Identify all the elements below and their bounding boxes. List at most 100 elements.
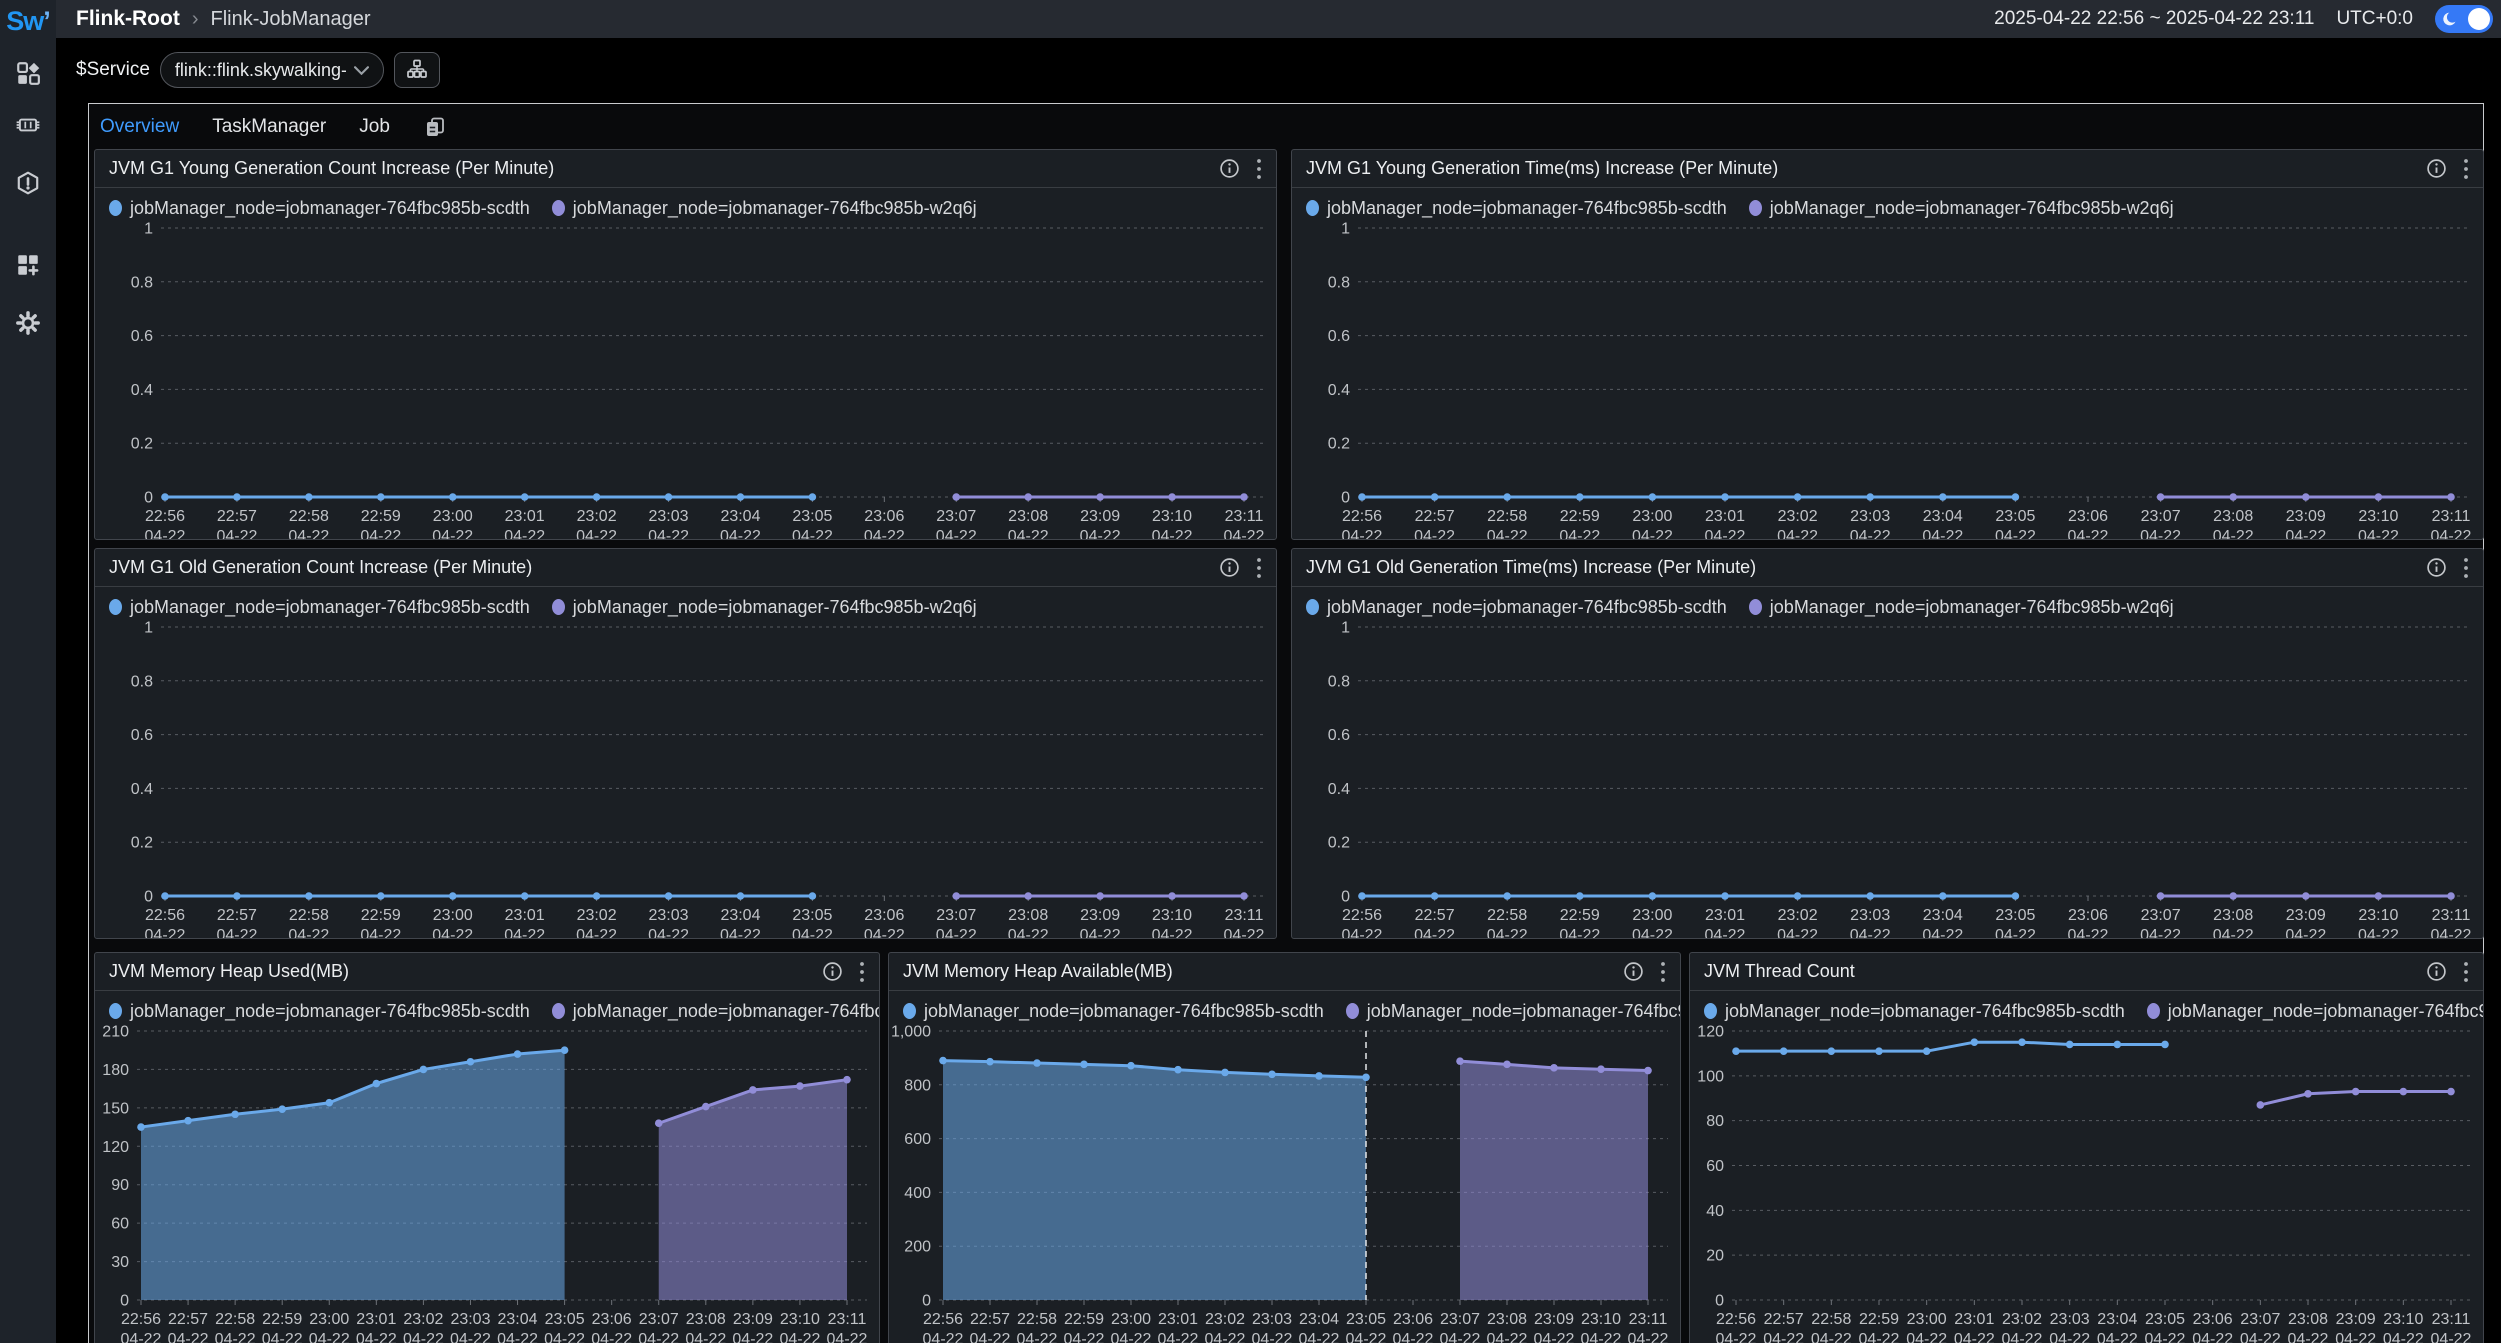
svg-text:90: 90 xyxy=(111,1177,129,1194)
theme-toggle[interactable] xyxy=(2435,5,2493,33)
legend-label: jobManager_node=jobmanager-764fbc985b-sc… xyxy=(130,1001,530,1022)
copy-tab-icon[interactable] xyxy=(423,115,447,139)
svg-text:04-22: 04-22 xyxy=(1850,528,1891,540)
kebab-menu-icon[interactable] xyxy=(1256,557,1262,579)
tab-overview[interactable]: Overview xyxy=(100,116,179,138)
svg-text:04-22: 04-22 xyxy=(2002,1331,2043,1343)
svg-text:23:05: 23:05 xyxy=(792,907,832,924)
svg-text:04-22: 04-22 xyxy=(1224,927,1265,939)
kebab-menu-icon[interactable] xyxy=(2463,158,2469,180)
svg-text:04-22: 04-22 xyxy=(450,1331,491,1343)
svg-text:04-22: 04-22 xyxy=(970,1331,1011,1343)
sidebar-item-dashboards[interactable] xyxy=(15,252,41,278)
legend-item[interactable]: jobManager_node=jobmanager-764fbc985b-w2… xyxy=(1749,198,2174,219)
legend-item[interactable]: jobManager_node=jobmanager-764fbc985b-w2… xyxy=(552,597,977,618)
top-header: Flink-Root › Flink-JobManager 2025-04-22… xyxy=(56,0,2501,38)
legend-item[interactable]: jobManager_node=jobmanager-764fbc985b-sc… xyxy=(109,597,530,618)
svg-text:23:09: 23:09 xyxy=(1534,1311,1574,1328)
chart-canvas[interactable]: 02004006008001,00022:5604-2222:5704-2222… xyxy=(889,1023,1680,1343)
info-icon[interactable] xyxy=(2426,557,2447,578)
svg-text:04-22: 04-22 xyxy=(2097,1331,2138,1343)
legend-dot xyxy=(109,200,122,216)
chart-canvas[interactable]: 00.20.40.60.8122:5604-2222:5704-2222:580… xyxy=(1292,619,2483,939)
svg-text:0.4: 0.4 xyxy=(1328,781,1350,798)
tab-job[interactable]: Job xyxy=(359,116,390,138)
chart-panel: JVM Thread Count jobManager_node=jobmana… xyxy=(1689,952,2484,1343)
info-icon[interactable] xyxy=(1219,557,1240,578)
svg-text:22:56: 22:56 xyxy=(145,907,185,924)
svg-text:04-22: 04-22 xyxy=(864,528,905,540)
sidebar-item-services[interactable] xyxy=(15,112,41,138)
svg-text:23:08: 23:08 xyxy=(1487,1311,1527,1328)
svg-text:04-22: 04-22 xyxy=(648,528,689,540)
sidebar-item-marketplace[interactable] xyxy=(15,60,41,86)
chart-canvas[interactable]: 00.20.40.60.8122:5604-2222:5704-2222:580… xyxy=(95,220,1276,540)
legend-item[interactable]: jobManager_node=jobmanager-764fbc985b-w2… xyxy=(2147,1001,2484,1022)
info-icon[interactable] xyxy=(1219,158,1240,179)
info-icon[interactable] xyxy=(822,961,843,982)
svg-text:04-22: 04-22 xyxy=(2140,528,2181,540)
chart-canvas[interactable]: 00.20.40.60.8122:5604-2222:5704-2222:580… xyxy=(1292,220,2483,540)
svg-text:04-22: 04-22 xyxy=(1440,1331,1481,1343)
svg-text:23:11: 23:11 xyxy=(2432,907,2471,924)
skywalking-logo[interactable]: Sw’ xyxy=(0,6,56,37)
svg-text:23:09: 23:09 xyxy=(2286,907,2326,924)
breadcrumb-current[interactable]: Flink-JobManager xyxy=(210,8,370,31)
info-icon[interactable] xyxy=(2426,961,2447,982)
svg-text:04-22: 04-22 xyxy=(1995,927,2036,939)
svg-text:23:07: 23:07 xyxy=(936,907,976,924)
legend-item[interactable]: jobManager_node=jobmanager-764fbc985b-w2… xyxy=(552,1001,880,1022)
kebab-menu-icon[interactable] xyxy=(859,961,865,983)
svg-text:23:03: 23:03 xyxy=(649,907,689,924)
chart-canvas[interactable]: 030609012015018021022:5604-2222:5704-222… xyxy=(95,1023,879,1343)
time-range-picker[interactable]: 2025-04-22 22:56 ~ 2025-04-22 23:11 xyxy=(1994,8,2314,30)
svg-text:1: 1 xyxy=(1341,221,1350,238)
svg-text:23:00: 23:00 xyxy=(309,1311,349,1328)
svg-text:23:03: 23:03 xyxy=(2050,1311,2090,1328)
svg-text:150: 150 xyxy=(102,1100,129,1117)
chevron-down-icon xyxy=(354,66,369,75)
svg-text:04-22: 04-22 xyxy=(432,528,473,540)
svg-text:23:04: 23:04 xyxy=(720,907,760,924)
legend-item[interactable]: jobManager_node=jobmanager-764fbc985b-sc… xyxy=(109,1001,530,1022)
breadcrumb-root[interactable]: Flink-Root xyxy=(76,7,180,31)
kebab-menu-icon[interactable] xyxy=(2463,961,2469,983)
panel-header: JVM Memory Heap Used(MB) xyxy=(95,953,879,991)
legend-label: jobManager_node=jobmanager-764fbc985b-w2… xyxy=(1770,198,2174,219)
legend-dot xyxy=(552,1003,565,1019)
topology-button[interactable] xyxy=(394,52,440,88)
sidebar-item-alerting[interactable] xyxy=(15,170,41,196)
svg-text:23:00: 23:00 xyxy=(1632,907,1672,924)
legend-item[interactable]: jobManager_node=jobmanager-764fbc985b-sc… xyxy=(1306,198,1727,219)
svg-text:23:10: 23:10 xyxy=(1152,508,1192,525)
kebab-menu-icon[interactable] xyxy=(1660,961,1666,983)
svg-text:04-22: 04-22 xyxy=(1922,927,1963,939)
service-select[interactable]: flink::flink.skywalking-showc... xyxy=(160,52,384,88)
svg-text:23:08: 23:08 xyxy=(1008,907,1048,924)
sitemap-icon xyxy=(405,58,429,82)
svg-text:04-22: 04-22 xyxy=(403,1331,444,1343)
legend-item[interactable]: jobManager_node=jobmanager-764fbc985b-w2… xyxy=(1749,597,2174,618)
svg-text:22:57: 22:57 xyxy=(217,907,257,924)
legend-item[interactable]: jobManager_node=jobmanager-764fbc985b-sc… xyxy=(903,1001,1324,1022)
kebab-menu-icon[interactable] xyxy=(1256,158,1262,180)
svg-text:0.8: 0.8 xyxy=(131,673,153,690)
chart-panel: JVM G1 Young Generation Time(ms) Increas… xyxy=(1291,149,2484,540)
chart-canvas[interactable]: 02040608010012022:5604-2222:5704-2222:58… xyxy=(1690,1023,2483,1343)
legend-item[interactable]: jobManager_node=jobmanager-764fbc985b-sc… xyxy=(1704,1001,2125,1022)
legend-item[interactable]: jobManager_node=jobmanager-764fbc985b-sc… xyxy=(109,198,530,219)
info-icon[interactable] xyxy=(1623,961,1644,982)
legend-item[interactable]: jobManager_node=jobmanager-764fbc985b-sc… xyxy=(1306,597,1727,618)
service-toolbar: $Service flink::flink.skywalking-showc..… xyxy=(56,38,2501,102)
tab-taskmanager[interactable]: TaskManager xyxy=(212,116,326,138)
svg-text:180: 180 xyxy=(102,1062,129,1079)
legend-item[interactable]: jobManager_node=jobmanager-764fbc985b-w2… xyxy=(552,198,977,219)
info-icon[interactable] xyxy=(2426,158,2447,179)
chart-canvas[interactable]: 00.20.40.60.8122:5604-2222:5704-2222:580… xyxy=(95,619,1276,939)
svg-text:23:01: 23:01 xyxy=(505,907,545,924)
svg-text:04-22: 04-22 xyxy=(1581,1331,1622,1343)
legend-item[interactable]: jobManager_node=jobmanager-764fbc985b-w2… xyxy=(1346,1001,1681,1022)
sidebar-item-settings[interactable] xyxy=(15,310,41,336)
svg-text:22:56: 22:56 xyxy=(923,1311,963,1328)
kebab-menu-icon[interactable] xyxy=(2463,557,2469,579)
